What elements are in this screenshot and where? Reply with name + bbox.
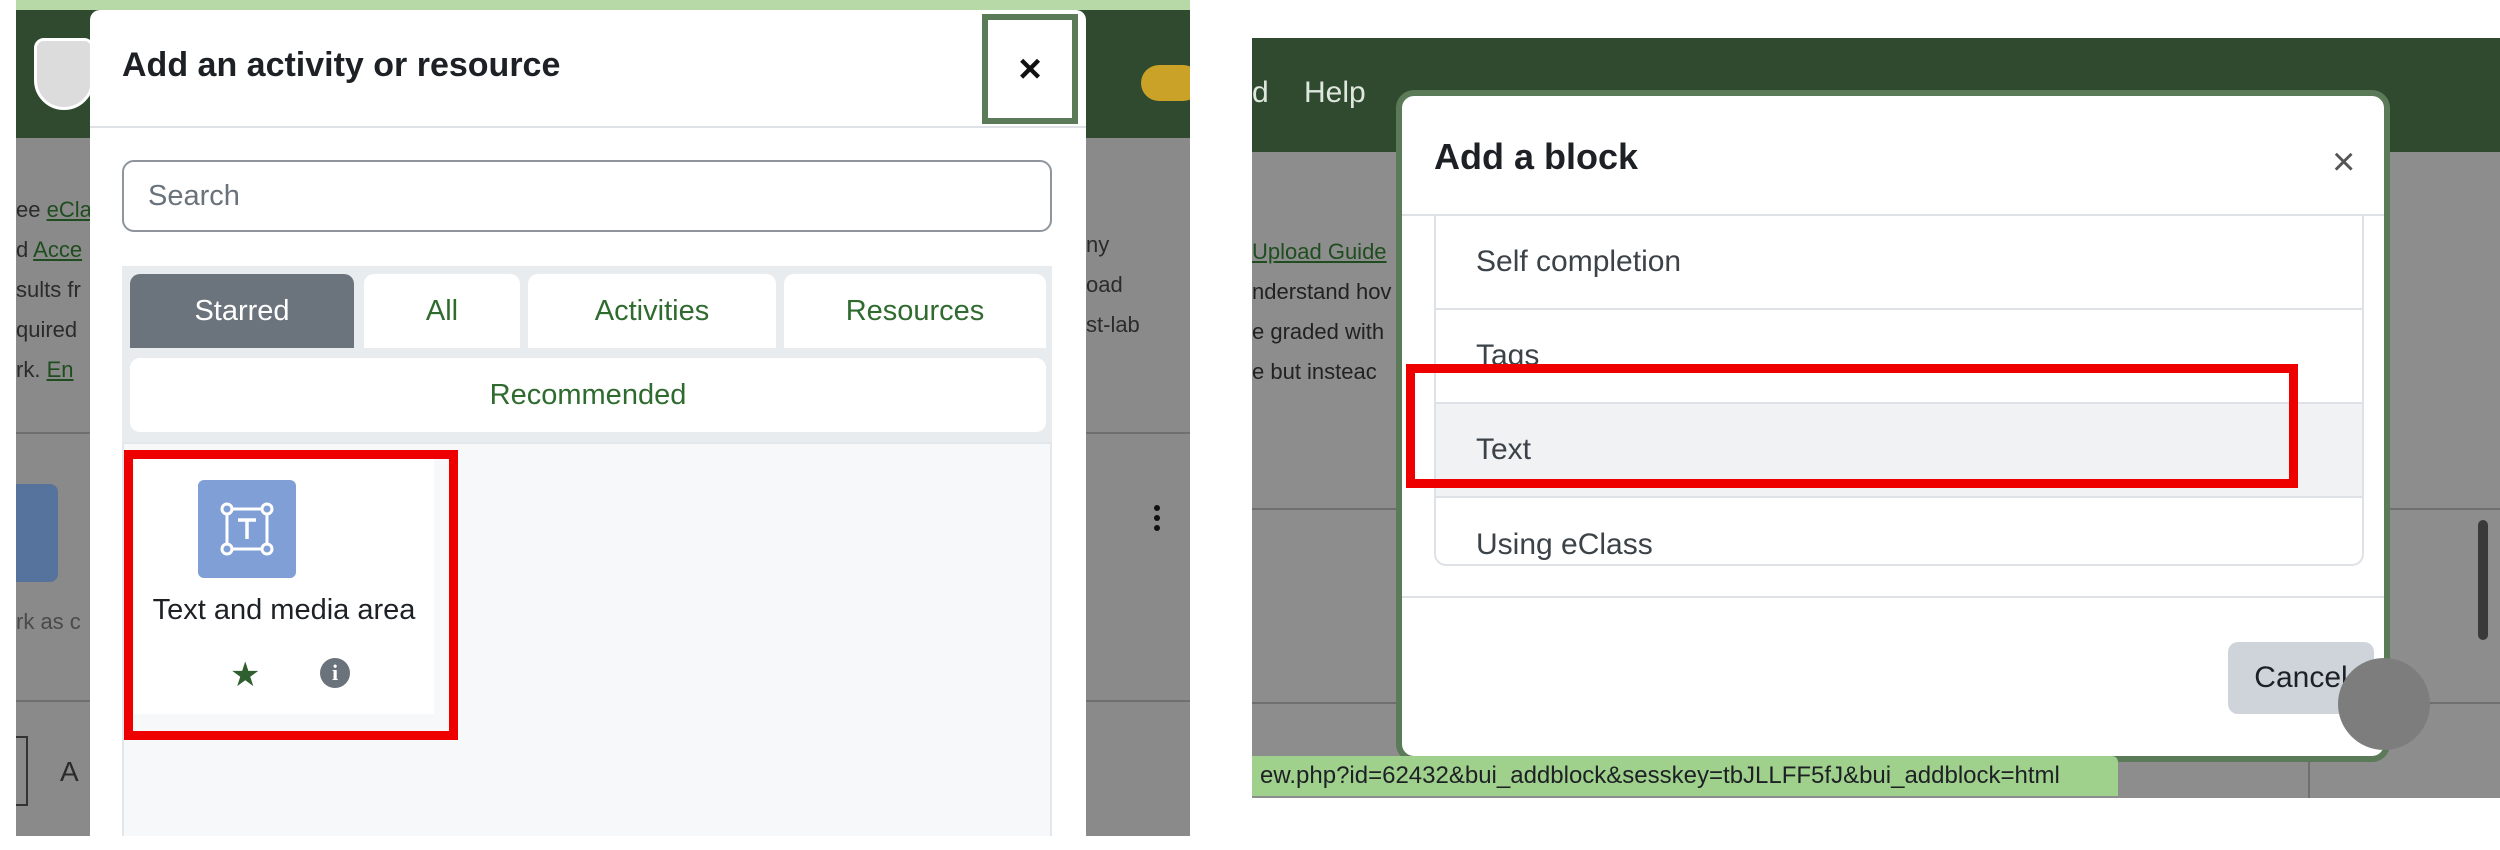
- list-item[interactable]: Self completion: [1436, 216, 2362, 310]
- top-strip: [16, 0, 1190, 10]
- background-link[interactable]: En: [47, 357, 74, 382]
- tab-starred[interactable]: Starred: [130, 274, 354, 348]
- kebab-menu-icon[interactable]: [1154, 505, 1160, 511]
- close-button[interactable]: ×: [982, 14, 1078, 124]
- scrollbar[interactable]: [2478, 520, 2488, 640]
- background-link[interactable]: Acce: [33, 237, 82, 262]
- tab-activities[interactable]: Activities: [528, 274, 776, 348]
- close-icon: ×: [1018, 46, 1042, 91]
- background-text-left: ee eCla d Acce sults fr quired rk. En: [16, 197, 92, 382]
- background-input: [16, 736, 28, 806]
- tab-recommended[interactable]: Recommended: [130, 358, 1046, 432]
- background-add-label: A: [60, 756, 79, 787]
- help-button-icon[interactable]: [2338, 658, 2430, 750]
- chooser-tabs: Starred All Activities Resources Recomme…: [122, 266, 1052, 442]
- status-bar-url: ew.php?id=62432&bui_addblock&sesskey=tbJ…: [1252, 756, 2118, 796]
- background-text-right: ny oad st-lab: [1086, 232, 1140, 337]
- modal-title: Add an activity or resource: [122, 46, 561, 84]
- nav-help[interactable]: Help: [1304, 76, 1366, 110]
- search-input[interactable]: [122, 160, 1052, 232]
- highlight-box-text-item: [1406, 364, 2298, 488]
- university-logo-icon[interactable]: [34, 38, 94, 110]
- background-activity-icon: [16, 484, 58, 582]
- background-text: Upload Guide nderstand hov e graded with…: [1252, 232, 1391, 392]
- nav-fragment[interactable]: d: [1252, 76, 1269, 110]
- modal-footer-divider: [1402, 596, 2384, 598]
- background-link[interactable]: Upload Guide: [1252, 232, 1391, 272]
- background-link[interactable]: eCla: [47, 197, 92, 222]
- modal-header-divider: [90, 126, 1086, 128]
- list-item[interactable]: Using eClass: [1436, 498, 2362, 592]
- edit-mode-toggle[interactable]: [1141, 65, 1190, 101]
- background-row-label: rk as c: [16, 609, 81, 634]
- close-icon[interactable]: ×: [2332, 140, 2355, 185]
- modal-title: Add a block: [1434, 136, 1639, 177]
- tab-all[interactable]: All: [364, 274, 520, 348]
- highlight-box-card: [124, 450, 458, 740]
- tab-resources[interactable]: Resources: [784, 274, 1046, 348]
